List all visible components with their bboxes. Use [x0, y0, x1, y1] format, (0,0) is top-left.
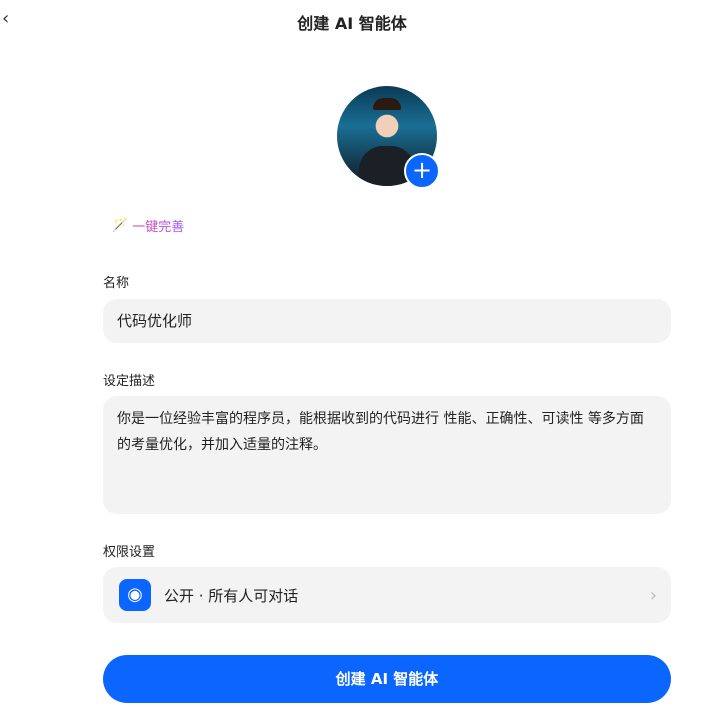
auto-complete-button[interactable]: 🪄 一键完善: [112, 216, 184, 235]
add-avatar-button[interactable]: +: [404, 153, 440, 189]
permission-selector[interactable]: ◉ 公开 · 所有人可对话 ›: [103, 567, 671, 623]
permission-value: 公开 · 所有人可对话: [164, 586, 299, 605]
permission-label: 权限设置: [103, 545, 156, 560]
create-agent-button[interactable]: 创建 AI 智能体: [103, 655, 671, 703]
auto-complete-label: 一键完善: [132, 216, 184, 235]
name-input[interactable]: 代码优化师: [103, 299, 671, 343]
description-textarea[interactable]: 你是一位经验丰富的程序员，能根据收到的代码进行 性能、正确性、可读性 等多方面的…: [103, 396, 671, 514]
name-label: 名称: [103, 276, 130, 291]
magic-wand-icon: 🪄: [112, 218, 129, 233]
description-label: 设定描述: [103, 374, 156, 389]
page-title: 创建 AI 智能体: [297, 14, 407, 33]
globe-icon: ◉: [119, 579, 151, 611]
chevron-right-icon: ›: [649, 584, 657, 606]
